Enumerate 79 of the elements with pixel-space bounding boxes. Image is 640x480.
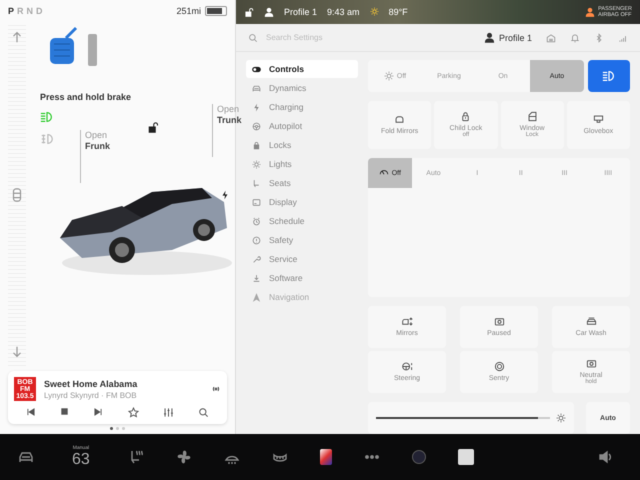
- frunk-button[interactable]: Open Frunk: [80, 130, 110, 182]
- profile-name[interactable]: Profile 1: [284, 7, 318, 17]
- unlock-icon[interactable]: [147, 121, 159, 133]
- clock-time: 9:43 am: [327, 7, 360, 17]
- track-title: Sweet Home Alabama: [44, 378, 138, 388]
- radio-icon[interactable]: [211, 384, 221, 394]
- settings-menu-item[interactable]: Charging: [246, 98, 358, 116]
- sun-icon: [384, 71, 394, 81]
- steering-wheel-icon: [252, 122, 261, 130]
- mirror-icon: [394, 114, 406, 125]
- unlock-icon: [244, 7, 254, 17]
- brightness-slider[interactable]: [368, 402, 574, 434]
- headlight-icon: [602, 69, 616, 83]
- headlight-icon: [40, 110, 54, 124]
- wrench-icon: [252, 254, 261, 264]
- info-icon: [252, 236, 261, 244]
- bolt-icon: [252, 102, 261, 112]
- toggle-icon: [252, 64, 261, 74]
- car-wash-icon: [586, 316, 596, 327]
- auto-high-beam-button[interactable]: [588, 60, 630, 92]
- settings-menu-item[interactable]: Lights: [246, 155, 358, 173]
- sun-icon: [370, 6, 379, 16]
- bolt-icon[interactable]: [220, 190, 230, 200]
- camera-app-icon[interactable]: [412, 450, 426, 464]
- sun-icon: [252, 160, 261, 168]
- steering-adjust-icon: [402, 360, 412, 372]
- airbag-icon: [585, 7, 596, 17]
- camera-icon: [586, 358, 596, 370]
- gear-selector[interactable]: R: [17, 6, 25, 16]
- settings-menu-item[interactable]: Autopilot: [246, 117, 358, 135]
- star-icon[interactable]: [128, 407, 139, 418]
- download-icon: [252, 274, 261, 282]
- alarm-clock-icon: [252, 216, 261, 226]
- gear-selector[interactable]: P: [8, 6, 16, 16]
- settings-menu-item[interactable]: Locks: [246, 136, 358, 154]
- profile-name[interactable]: Profile 1: [498, 32, 532, 42]
- person-icon: [264, 7, 274, 17]
- arrow-up-icon: [10, 30, 24, 44]
- fog-light-icon: [40, 132, 54, 146]
- sun-icon: [556, 413, 566, 423]
- settings-menu-item[interactable]: Software: [246, 269, 358, 287]
- settings-menu-item[interactable]: Safety: [246, 231, 358, 249]
- previous-icon[interactable]: [26, 407, 36, 417]
- settings-menu-item[interactable]: Display: [246, 193, 358, 211]
- fan-icon[interactable]: [176, 449, 192, 465]
- outside-temperature: 89°F: [388, 7, 408, 17]
- app-icon[interactable]: [458, 449, 474, 465]
- settings-menu-item[interactable]: Seats: [246, 174, 358, 192]
- search-icon[interactable]: [198, 407, 209, 418]
- glovebox-icon: [592, 114, 604, 125]
- gear-selector[interactable]: N: [26, 6, 34, 16]
- mirror-adjust-icon: [402, 316, 412, 327]
- navigation-icon: [252, 292, 261, 302]
- sentry-icon: [494, 360, 504, 372]
- stop-icon[interactable]: [60, 407, 70, 416]
- seat-icon: [252, 178, 261, 188]
- car-icon: [252, 84, 261, 92]
- window-icon: [526, 111, 538, 122]
- brake-hint: Press and hold brake: [40, 92, 132, 102]
- volume-icon[interactable]: [598, 449, 614, 465]
- gear-selector[interactable]: D: [36, 6, 44, 16]
- display-icon: [252, 198, 261, 206]
- settings-menu-item[interactable]: Controls: [246, 60, 358, 78]
- lock-icon: [252, 140, 261, 150]
- range-label: 251mi: [176, 6, 201, 16]
- search-icon: [248, 32, 258, 42]
- battery-icon: [205, 6, 227, 16]
- arrow-down-icon: [10, 345, 24, 359]
- lock-icon: [460, 111, 472, 122]
- camera-icon: [494, 316, 504, 327]
- equalizer-icon[interactable]: [162, 407, 174, 418]
- next-icon[interactable]: [93, 407, 104, 417]
- page-dot[interactable]: [110, 427, 113, 430]
- settings-menu-item[interactable]: Schedule: [246, 212, 358, 230]
- settings-menu-item[interactable]: Dynamics: [246, 79, 358, 97]
- app-icon[interactable]: [320, 449, 332, 465]
- track-artist: Lynyrd Skynyrd · FM BOB: [44, 390, 138, 400]
- settings-menu-item[interactable]: Service: [246, 250, 358, 268]
- person-icon: [484, 32, 495, 43]
